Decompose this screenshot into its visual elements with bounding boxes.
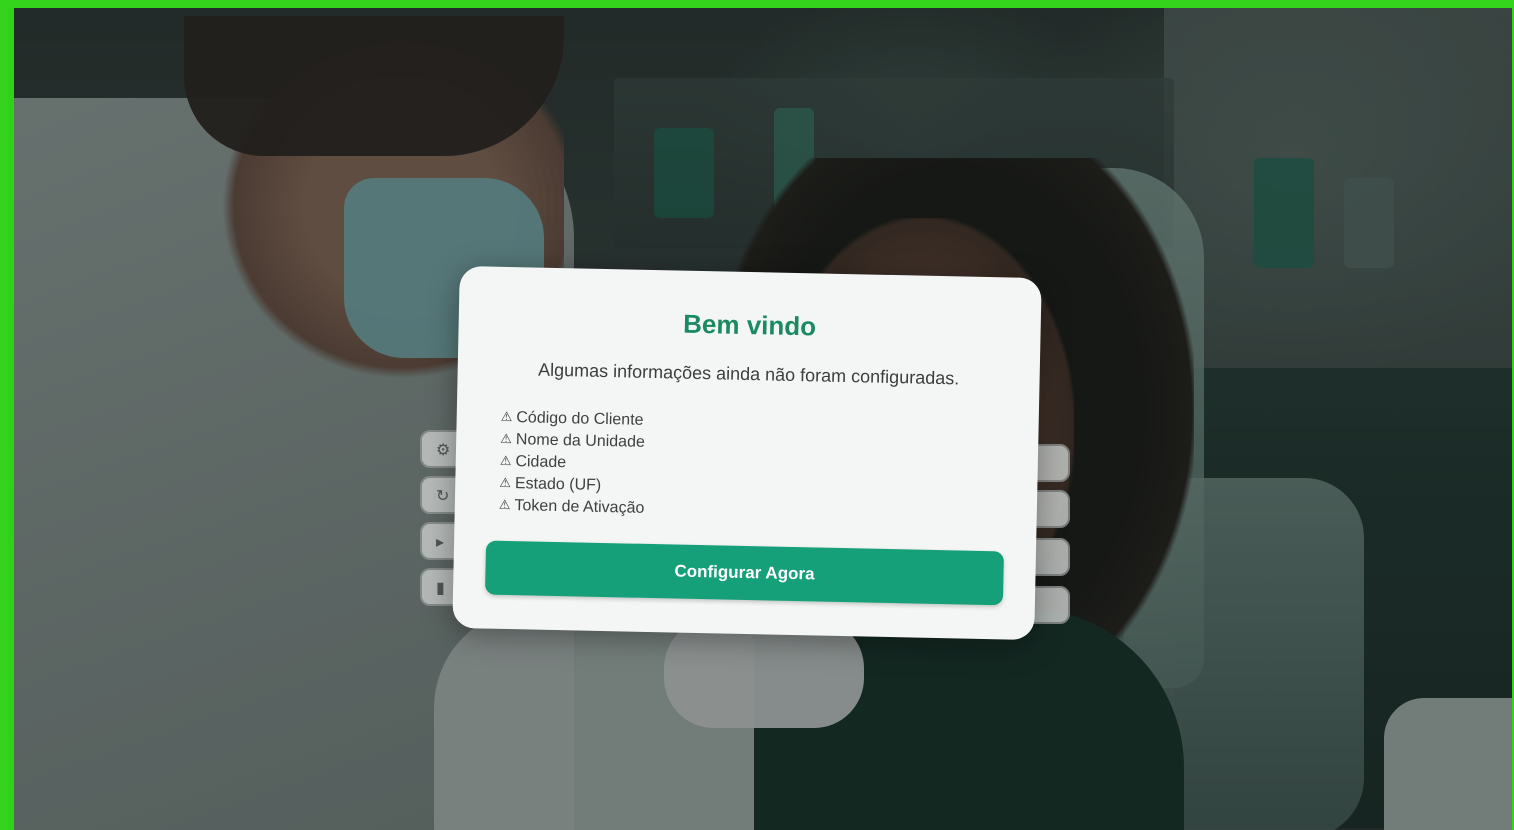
missing-item-label: Cidade	[515, 453, 567, 472]
warning-icon: ⚠	[500, 431, 513, 448]
configure-now-button[interactable]: Configurar Agora	[484, 540, 1004, 606]
warning-icon: ⚠	[499, 475, 512, 492]
missing-item-label: Código do Cliente	[516, 409, 644, 429]
dialog-subtitle: Algumas informações ainda não foram conf…	[537, 359, 960, 389]
tv-screen: ⚙ ↻ ▸ ▮ Bem vindo Algumas informações ai…	[14, 8, 1512, 830]
missing-item-label: Nome da Unidade	[515, 431, 646, 451]
warning-icon: ⚠	[499, 453, 512, 470]
list-item: ⚠ Estado (UF)	[499, 473, 645, 498]
missing-item-label: Token de Ativação	[514, 497, 645, 517]
settings-icon: ⚙	[436, 439, 451, 459]
list-item: ⚠ Cidade	[500, 451, 646, 476]
dialog-title: Bem vindo	[682, 308, 817, 342]
welcome-dialog: Bem vindo Algumas informações ainda não …	[452, 265, 1042, 641]
list-item: ⚠ Nome da Unidade	[500, 429, 646, 454]
list-item: ⚠ Código do Cliente	[500, 407, 646, 432]
warning-icon: ⚠	[498, 497, 511, 514]
refresh-icon: ↻	[436, 485, 450, 505]
exit-icon: ▮	[436, 577, 445, 597]
missing-settings-list: ⚠ Código do Cliente ⚠ Nome da Unidade ⚠ Cid…	[499, 407, 647, 520]
missing-item-label: Estado (UF)	[514, 475, 602, 494]
list-item: ⚠ Token de Ativação	[499, 495, 645, 520]
play-icon: ▸	[436, 531, 445, 551]
warning-icon: ⚠	[500, 409, 513, 426]
